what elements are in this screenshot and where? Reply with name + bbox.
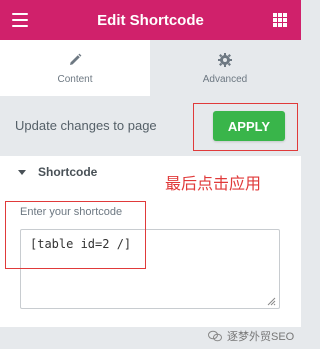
update-label: Update changes to page bbox=[15, 118, 157, 133]
panel-title: Edit Shortcode bbox=[97, 11, 204, 29]
section-title: Shortcode bbox=[38, 165, 98, 179]
grid-apps-icon[interactable] bbox=[273, 13, 287, 27]
hamburger-menu-icon[interactable] bbox=[12, 13, 28, 27]
annotation-text: 最后点击应用 bbox=[165, 174, 262, 193]
pencil-icon bbox=[70, 53, 82, 65]
watermark-text: 逐梦外贸SEO bbox=[227, 331, 295, 343]
gear-icon bbox=[218, 52, 232, 67]
annotation-highlight-apply bbox=[193, 103, 298, 151]
wechat-logo-icon bbox=[208, 330, 222, 342]
watermark: 逐梦外贸SEO bbox=[208, 328, 294, 344]
tab-advanced-label: Advanced bbox=[202, 73, 248, 85]
tab-content-label: Content bbox=[57, 73, 93, 85]
editor-header: Edit Shortcode bbox=[0, 0, 301, 40]
tab-content[interactable]: Content bbox=[0, 40, 150, 96]
caret-down-icon bbox=[18, 169, 26, 175]
panel-tabs: Content Advanced bbox=[0, 40, 301, 96]
annotation-highlight-input bbox=[5, 201, 146, 269]
resize-grip-icon[interactable] bbox=[266, 296, 276, 306]
tab-advanced[interactable]: Advanced bbox=[150, 40, 300, 96]
